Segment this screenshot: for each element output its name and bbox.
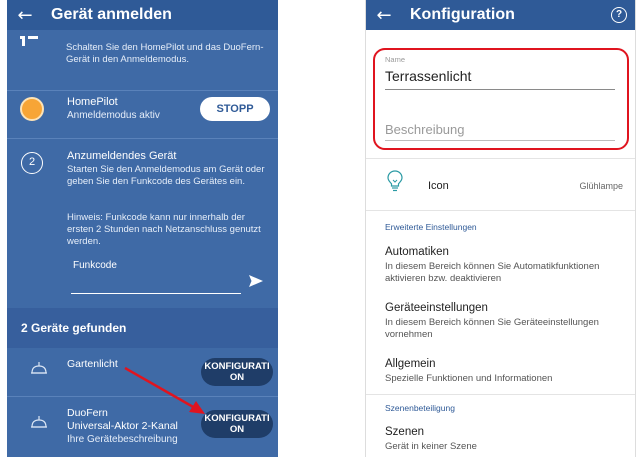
divider: [7, 90, 278, 91]
name-label: Name: [385, 55, 406, 64]
menu-item-szenen[interactable]: Szenen: [385, 426, 424, 438]
section-header-advanced: Erweiterte Einstellungen: [385, 222, 477, 232]
device-icon: [20, 34, 46, 50]
name-underline: [385, 89, 615, 90]
device-name: Gartenlicht: [67, 358, 118, 370]
homepilot-status: Anmeldemodus aktiv: [67, 110, 160, 121]
back-arrow-icon[interactable]: ←: [366, 5, 402, 26]
device-description: Ihre Gerätebeschreibung: [67, 434, 178, 445]
stop-button[interactable]: STOPP: [200, 97, 270, 121]
menu-item-description: In diesem Bereich können Sie Automatikfu…: [385, 261, 600, 284]
device-name: DuoFern: [67, 407, 108, 419]
step-hint: Hinweis: Funkcode kann nur innerhalb der…: [67, 212, 261, 247]
divider: [366, 394, 635, 395]
lamp-icon: [31, 362, 47, 374]
configure-button-label: KONFIGURATI: [204, 413, 270, 424]
page-title: Konfiguration: [410, 6, 515, 23]
app-bar: ← Konfiguration ?: [366, 0, 635, 30]
funkcode-input[interactable]: [71, 272, 241, 294]
section-header-scenes: Szenenbeteiligung: [385, 403, 455, 413]
send-icon[interactable]: [248, 274, 264, 288]
intro-text: Schalten Sie den HomePilot und das DuoFe…: [66, 42, 264, 65]
pairing-screen: ← Gerät anmelden Schalten Sie den HomePi…: [7, 0, 278, 457]
divider: [366, 210, 635, 211]
configuration-screen: ← Konfiguration ? Name Terrassenlicht Be…: [365, 0, 636, 457]
step-description: Starten Sie den Anmeldemodus am Gerät od…: [67, 164, 265, 187]
name-field[interactable]: Terrassenlicht: [385, 68, 471, 84]
configure-button-label-cont: ON: [229, 424, 245, 435]
funkcode-label: Funkcode: [73, 260, 117, 271]
divider: [366, 158, 635, 159]
menu-item-allgemein[interactable]: Allgemein: [385, 358, 436, 370]
lamp-icon: [31, 416, 47, 428]
menu-item-description: In diesem Bereich können Sie Geräteeinst…: [385, 317, 599, 340]
lightbulb-icon: [387, 170, 403, 192]
back-arrow-icon[interactable]: ←: [7, 5, 43, 26]
app-bar: ← Gerät anmelden: [7, 0, 278, 30]
step-number-icon: 2: [21, 152, 43, 174]
found-header: 2 Geräte gefunden: [7, 308, 278, 348]
menu-item-description: Gerät in keiner Szene: [385, 441, 477, 452]
intro-section: Schalten Sie den HomePilot und das DuoFe…: [7, 30, 278, 94]
divider: [7, 138, 278, 139]
icon-value: Glühlampe: [579, 181, 623, 191]
menu-item-description: Spezielle Funktionen und Informationen: [385, 373, 553, 384]
help-icon[interactable]: ?: [611, 7, 627, 23]
description-field[interactable]: Beschreibung: [385, 122, 465, 137]
menu-item-automatiken[interactable]: Automatiken: [385, 246, 449, 258]
description-underline: [385, 140, 615, 141]
found-title: 2 Geräte gefunden: [21, 321, 127, 335]
page-title: Gerät anmelden: [51, 6, 172, 23]
divider: [7, 396, 278, 397]
step-title: Anzumeldendes Gerät: [67, 150, 177, 162]
configure-button[interactable]: KONFIGURATI ON: [201, 410, 273, 438]
icon-label[interactable]: Icon: [428, 180, 449, 192]
configure-button-label: KONFIGURATI: [204, 361, 270, 372]
configure-button[interactable]: KONFIGURATI ON: [201, 358, 273, 386]
device-name-line2: Universal-Aktor 2-Kanal: [67, 420, 178, 432]
menu-item-geraeteeinstellungen[interactable]: Geräteeinstellungen: [385, 302, 488, 314]
homepilot-name: HomePilot: [67, 96, 118, 108]
homepilot-status-icon: [20, 97, 44, 121]
configure-button-label-cont: ON: [229, 372, 245, 383]
